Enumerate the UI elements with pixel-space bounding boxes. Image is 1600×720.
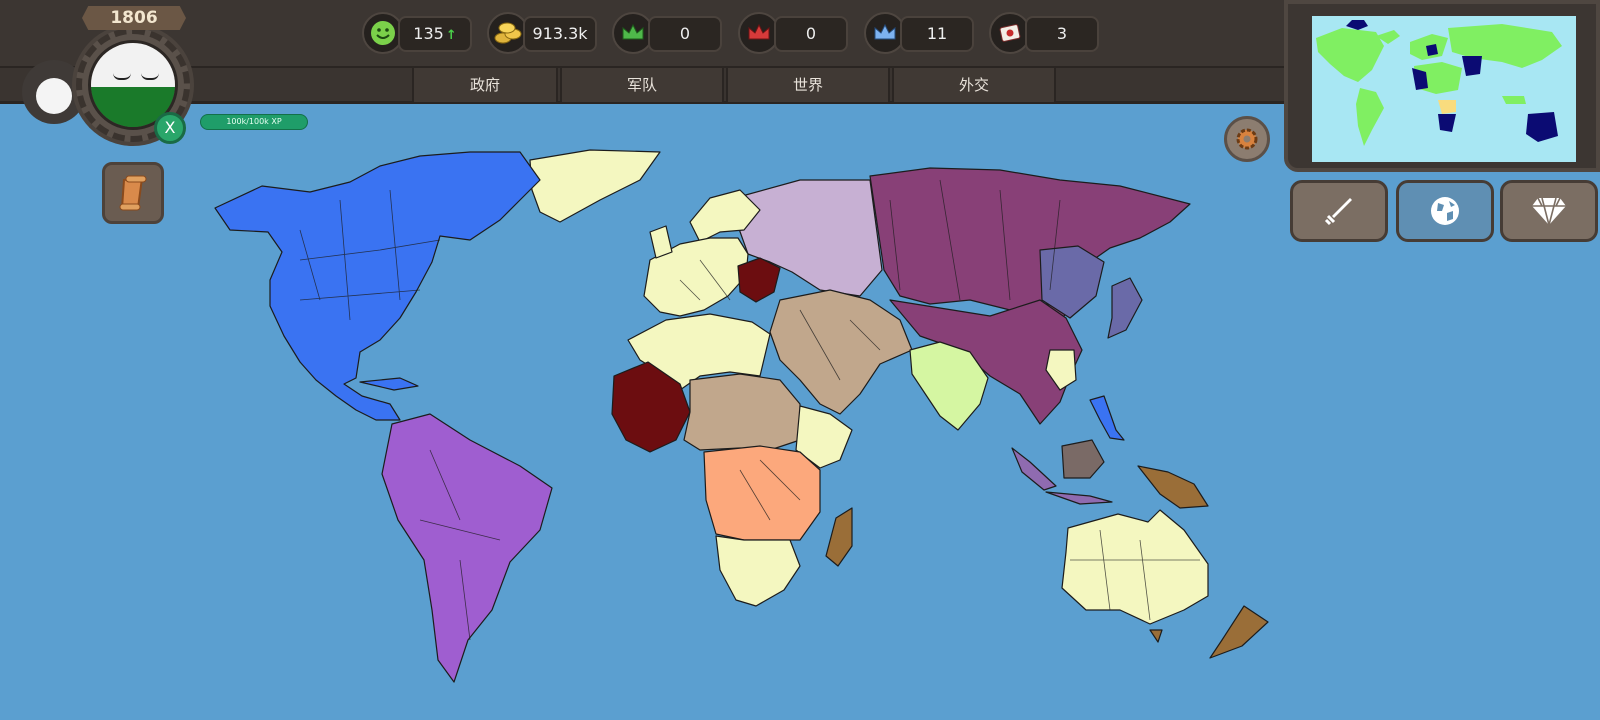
green-crown-value: 0 bbox=[679, 24, 691, 43]
flag-card-value: 3 bbox=[1056, 24, 1068, 43]
sahara-central bbox=[683, 373, 801, 451]
blue-crown-value: 11 bbox=[926, 24, 948, 43]
premium-button[interactable] bbox=[1500, 180, 1598, 242]
scroll-icon bbox=[119, 175, 147, 211]
minimap-panel[interactable] bbox=[1284, 0, 1600, 172]
military-button[interactable] bbox=[1290, 180, 1388, 242]
country-profile[interactable]: 1806 X bbox=[68, 6, 198, 146]
game-screen: 135 ↑ 913.3k 0 0 11 3 政府 军队 世界 外交 1806 X … bbox=[0, 0, 1600, 720]
tab-world[interactable]: 世界 bbox=[726, 68, 890, 102]
settings-button[interactable] bbox=[1224, 116, 1270, 162]
happiness-value: 135 bbox=[413, 24, 444, 43]
year-label: 1806 bbox=[82, 6, 186, 30]
central-africa-territory bbox=[703, 445, 821, 541]
minimap[interactable] bbox=[1312, 16, 1576, 162]
gear-icon bbox=[1236, 128, 1258, 150]
world-view-button[interactable] bbox=[1396, 180, 1494, 242]
globe-icon bbox=[1431, 197, 1459, 225]
close-button[interactable]: X bbox=[154, 112, 186, 144]
sword-icon bbox=[1324, 198, 1352, 226]
xp-bar: 100k/100k XP bbox=[200, 114, 308, 130]
red-crown-value: 0 bbox=[805, 24, 817, 43]
trend-up-icon: ↑ bbox=[445, 28, 457, 43]
diamond-icon bbox=[1532, 197, 1566, 227]
gold-value: 913.3k bbox=[532, 24, 588, 43]
decree-scroll-button[interactable] bbox=[102, 162, 164, 224]
tab-government[interactable]: 政府 bbox=[412, 68, 558, 102]
tab-army[interactable]: 军队 bbox=[560, 68, 724, 102]
tab-diplomacy[interactable]: 外交 bbox=[892, 68, 1056, 102]
toggle-knob bbox=[36, 78, 72, 114]
